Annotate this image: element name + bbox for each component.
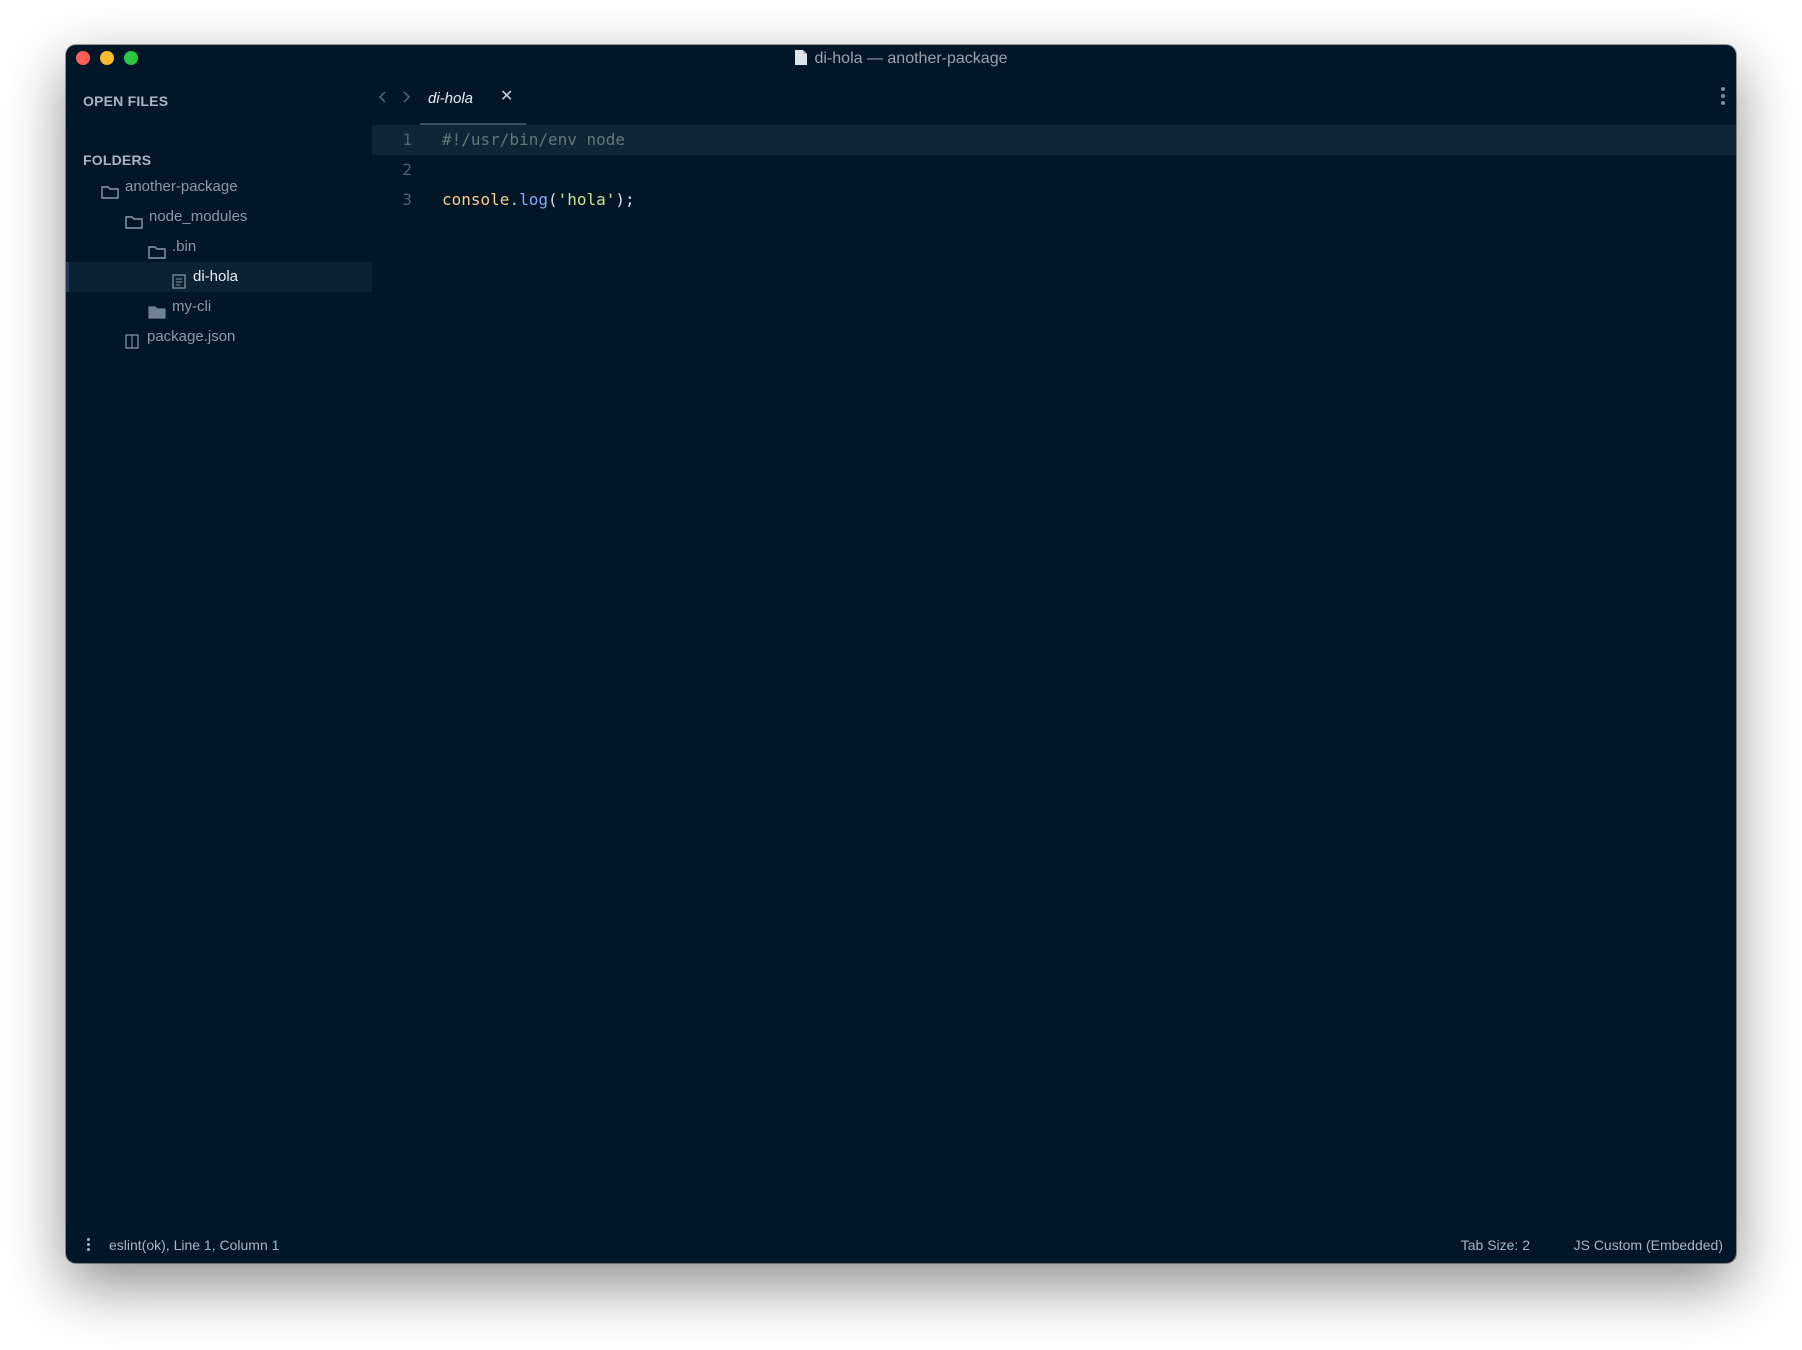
tree-item-package-json[interactable]: package.json: [66, 322, 372, 352]
folders-heading: FOLDERS: [83, 152, 152, 168]
tree-item-my-cli[interactable]: my-cli: [66, 292, 372, 322]
window-title: di-hola — another-package: [66, 49, 1736, 72]
tab-size-indicator[interactable]: Tab Size: 2: [1461, 1227, 1530, 1263]
syntax-indicator[interactable]: JS Custom (Embedded): [1574, 1227, 1723, 1263]
window-title-text: di-hola — another-package: [814, 50, 1008, 67]
close-tab-icon[interactable]: ✕: [500, 87, 513, 107]
code-function: log: [519, 190, 548, 209]
status-bar: eslint(ok), Line 1, Column 1 Tab Size: 2…: [66, 1227, 1736, 1263]
tab-bar: di-hola ✕: [372, 73, 1736, 125]
code-object: console: [442, 190, 510, 209]
title-bar: di-hola — another-package: [66, 45, 1736, 73]
line-text: console.log('hola');: [442, 185, 635, 215]
document-icon: [794, 49, 808, 72]
open-files-heading: OPEN FILES: [83, 93, 169, 109]
chevron-left-icon[interactable]: [378, 89, 388, 107]
file-icon: [125, 330, 139, 360]
line-number: 3: [402, 190, 412, 209]
tree-item-bin[interactable]: .bin: [66, 232, 372, 262]
lint-status[interactable]: eslint(ok), Line 1, Column 1: [109, 1227, 279, 1263]
tree-item-label: package.json: [147, 328, 236, 345]
tab-di-hola[interactable]: di-hola ✕: [420, 73, 526, 125]
tree-item-node-modules[interactable]: node_modules: [66, 202, 372, 232]
code-dot: .: [509, 190, 520, 209]
code-line: 2: [372, 155, 1736, 185]
code-line: 3 console.log('hola');: [372, 185, 1736, 215]
tree-item-label: .bin: [172, 238, 197, 255]
tree-item-di-hola[interactable]: di-hola: [66, 262, 372, 292]
tree-item-label: another-package: [125, 178, 238, 195]
code-string: 'hola': [557, 190, 616, 209]
tab-label: di-hola: [428, 90, 474, 107]
tree-item-label: node_modules: [149, 208, 248, 225]
code-paren: (: [547, 190, 558, 209]
status-menu-icon[interactable]: [87, 1238, 91, 1253]
editor-window: di-hola — another-package OPEN FILES FOL…: [66, 45, 1736, 1263]
more-options-icon[interactable]: [1720, 87, 1726, 109]
sidebar: OPEN FILES FOLDERS another-package node_…: [66, 73, 372, 1227]
code-editor[interactable]: 1 #!/usr/bin/env node 2 3 console.log('h…: [372, 125, 1736, 1227]
line-number: 1: [402, 130, 412, 149]
tree-item-another-package[interactable]: another-package: [66, 172, 372, 202]
code-line: 1 #!/usr/bin/env node: [372, 125, 1736, 155]
tree-item-label: my-cli: [172, 298, 212, 315]
chevron-right-icon[interactable]: [401, 89, 411, 107]
line-number: 2: [402, 160, 412, 179]
code-terminator: );: [615, 190, 635, 209]
line-text: #!/usr/bin/env node: [442, 130, 626, 149]
tree-item-label: di-hola: [193, 268, 239, 285]
